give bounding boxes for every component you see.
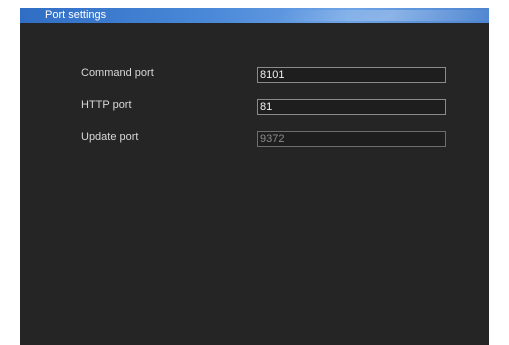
port-settings-panel: Port settings Command port HTTP port Upd… xyxy=(20,8,489,345)
update-port-field xyxy=(257,131,446,147)
update-port-label: Update port xyxy=(81,131,139,143)
http-port-field[interactable] xyxy=(257,99,446,115)
command-port-label: Command port xyxy=(81,67,154,79)
title-bar: Port settings xyxy=(20,8,489,23)
window-title: Port settings xyxy=(45,9,107,21)
http-port-label: HTTP port xyxy=(81,99,132,111)
command-port-field[interactable] xyxy=(257,67,446,83)
